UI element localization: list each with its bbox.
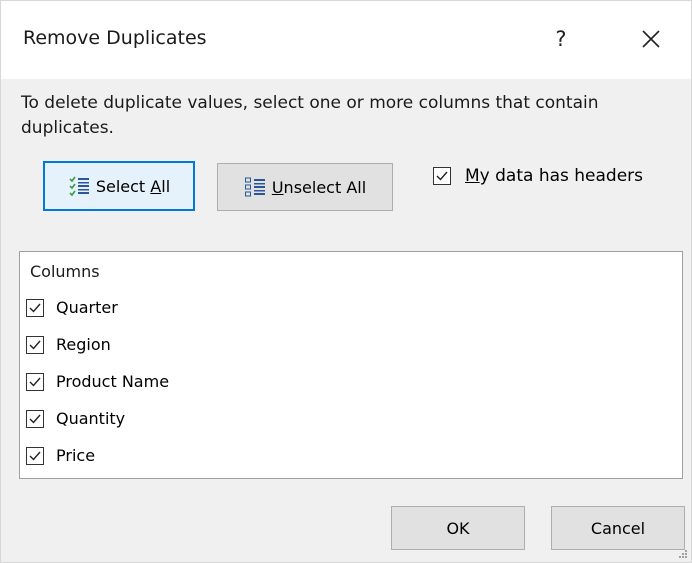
column-checkbox[interactable] [26, 372, 44, 391]
column-item-product-name[interactable]: Product Name [26, 372, 169, 391]
select-all-icon [68, 175, 90, 197]
help-button[interactable]: ? [541, 19, 581, 59]
column-label: Quarter [56, 298, 118, 317]
checkmark-icon [29, 377, 41, 387]
column-label: Product Name [56, 372, 170, 391]
close-icon [642, 30, 660, 48]
unselect-all-label: Unselect All [271, 177, 367, 197]
column-item-quantity[interactable]: Quantity [26, 409, 125, 428]
column-item-region[interactable]: Region [26, 335, 111, 354]
unselect-all-button[interactable]: Unselect All [217, 163, 393, 211]
column-label: Quantity [56, 409, 126, 428]
instructions-text: To delete duplicate values, select one o… [21, 93, 599, 138]
ok-button[interactable]: OK [391, 506, 525, 550]
column-checkbox[interactable] [26, 409, 44, 428]
column-label: Region [56, 335, 111, 354]
title-bar: Remove Duplicates ? [1, 1, 691, 79]
dialog-title: Remove Duplicates [23, 27, 207, 49]
column-checkbox[interactable] [26, 446, 44, 465]
column-label: Price [56, 446, 96, 465]
column-checkbox[interactable] [26, 335, 44, 354]
unselect-all-icon [244, 176, 266, 198]
select-all-label: Select All [95, 176, 171, 196]
checkmark-icon [29, 303, 41, 313]
checkmark-icon [29, 451, 41, 461]
remove-duplicates-dialog: Remove Duplicates ? To delete duplicate … [0, 0, 692, 563]
columns-header: Columns [30, 262, 100, 281]
checkmark-icon [29, 414, 41, 424]
headers-checkbox-row[interactable]: My data has headers [433, 166, 643, 186]
columns-list: Columns Quarter Region Product Name Quan… [19, 251, 683, 479]
resize-grip-icon[interactable] [678, 549, 688, 559]
headers-checkbox-label: My data has headers [465, 166, 644, 186]
checkmark-icon [436, 171, 448, 181]
checkmark-icon [29, 340, 41, 350]
headers-checkbox[interactable] [433, 167, 451, 185]
select-all-button[interactable]: Select All [43, 161, 195, 211]
column-checkbox[interactable] [26, 298, 44, 317]
cancel-button[interactable]: Cancel [551, 506, 685, 550]
close-button[interactable] [629, 19, 673, 59]
column-item-price[interactable]: Price [26, 446, 95, 465]
column-item-quarter[interactable]: Quarter [26, 298, 118, 317]
